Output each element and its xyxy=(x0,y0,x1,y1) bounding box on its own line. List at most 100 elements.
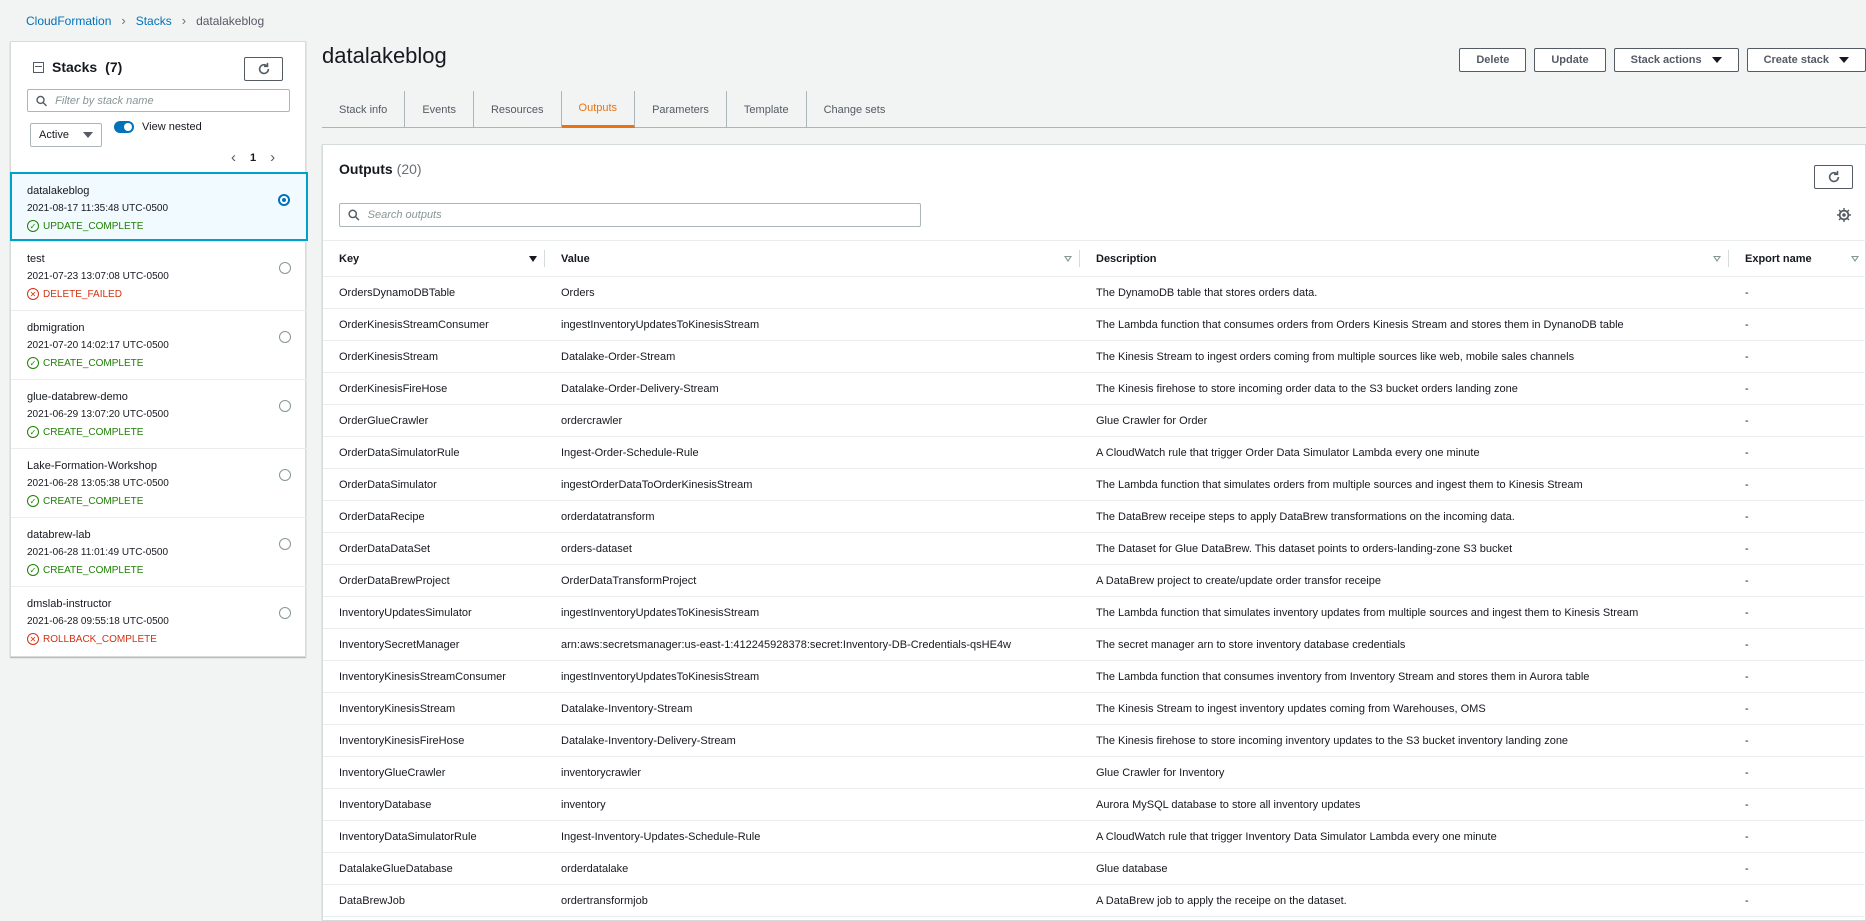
stack-list-item[interactable]: dbmigration 2021-07-20 14:02:17 UTC-0500 ✓… xyxy=(11,310,307,379)
table-row: InventoryKinesisStreamConsumer ingestInve… xyxy=(323,661,1866,693)
collapse-icon[interactable] xyxy=(33,61,44,73)
tab-events[interactable]: Events xyxy=(405,91,474,128)
outputs-table: Key Value Description Export name Orders… xyxy=(323,240,1866,917)
page-number[interactable]: 1 xyxy=(250,152,256,164)
x-circle-icon: ✕ xyxy=(27,288,39,300)
column-header-export-name[interactable]: Export name xyxy=(1729,240,1866,277)
stack-select-radio[interactable] xyxy=(279,331,291,343)
output-value: ingestInventoryUpdatesToKinesisStream xyxy=(561,318,760,331)
output-value: ordercrawler xyxy=(561,414,623,427)
output-value: Orders xyxy=(561,286,595,299)
output-export-name: - xyxy=(1745,766,1749,779)
sort-icon xyxy=(1713,255,1721,262)
create-stack-button[interactable]: Create stack xyxy=(1746,48,1866,72)
tab-outputs[interactable]: Outputs xyxy=(561,91,636,128)
stack-list-item[interactable]: databrew-lab 2021-06-28 11:01:49 UTC-0500… xyxy=(11,517,307,586)
update-button[interactable]: Update xyxy=(1534,48,1606,72)
stack-select-radio[interactable] xyxy=(279,400,291,412)
tab-stack-info[interactable]: Stack info xyxy=(322,91,406,128)
sidebar-title: Stacks xyxy=(52,59,98,75)
output-description: A CloudWatch rule that trigger Order Dat… xyxy=(1096,446,1480,459)
stack-list-item[interactable]: datalakeblog 2021-08-17 11:35:48 UTC-0500… xyxy=(10,172,308,241)
output-description: The Kinesis firehose to store incoming i… xyxy=(1096,734,1569,747)
breadcrumb-cloudformation[interactable]: CloudFormation xyxy=(26,14,111,28)
outputs-search-input[interactable] xyxy=(365,208,920,222)
outputs-header: Outputs (20) xyxy=(339,161,422,177)
column-label: Value xyxy=(561,252,590,265)
create-stack-label: Create stack xyxy=(1763,54,1829,66)
stack-select-radio[interactable] xyxy=(279,607,291,619)
tab-resources[interactable]: Resources xyxy=(474,91,562,128)
status-badge: ✓ CREATE_COMPLETE xyxy=(27,564,307,576)
output-key: InventoryDatabase xyxy=(339,798,432,811)
gear-icon[interactable] xyxy=(1837,208,1851,222)
output-value: Datalake-Inventory-Stream xyxy=(561,702,693,715)
tab-change-sets[interactable]: Change sets xyxy=(807,91,903,128)
tab-parameters[interactable]: Parameters xyxy=(635,91,727,128)
stack-name: dmslab-instructor xyxy=(27,598,112,610)
status-text: DELETE_FAILED xyxy=(43,288,122,300)
stack-list-item[interactable]: test 2021-07-23 13:07:08 UTC-0500 ✕ DELETE_… xyxy=(11,241,307,310)
chevron-right-icon[interactable]: › xyxy=(270,149,275,166)
stack-name: dbmigration xyxy=(27,322,85,334)
delete-button[interactable]: Delete xyxy=(1459,48,1527,72)
view-nested-toggle[interactable] xyxy=(114,121,134,133)
stack-filter-field xyxy=(27,89,290,112)
stack-actions-button[interactable]: Stack actions xyxy=(1613,48,1739,72)
column-header-value[interactable]: Value xyxy=(545,240,1080,277)
status-filter-select[interactable]: Active xyxy=(30,123,102,147)
column-header-key[interactable]: Key xyxy=(323,240,545,277)
stack-name: datalakeblog xyxy=(27,185,90,197)
output-description: The Lambda function that consumes invent… xyxy=(1096,670,1590,683)
output-key: InventoryKinesisStreamConsumer xyxy=(339,670,506,683)
stack-select-radio[interactable] xyxy=(279,538,291,550)
output-key: OrderKinesisFireHose xyxy=(339,382,448,395)
stack-list-item[interactable]: glue-databrew-demo 2021-06-29 13:07:20 UT… xyxy=(11,379,307,448)
status-badge: ✕ DELETE_FAILED xyxy=(27,288,307,300)
stack-list-item[interactable]: dmslab-instructor 2021-06-28 09:55:18 UTC… xyxy=(11,586,307,655)
caret-down-icon xyxy=(83,132,93,138)
outputs-refresh-button[interactable] xyxy=(1814,165,1853,189)
chevron-left-icon[interactable]: ‹ xyxy=(231,149,236,166)
stack-date: 2021-08-17 11:35:48 UTC-0500 xyxy=(27,203,169,214)
output-export-name: - xyxy=(1745,478,1749,491)
output-key: InventoryDataSimulatorRule xyxy=(339,830,477,843)
tab-template[interactable]: Template xyxy=(727,91,807,128)
x-circle-icon: ✕ xyxy=(27,633,39,645)
output-description: Glue Crawler for Inventory xyxy=(1096,766,1225,779)
output-description: The Kinesis firehose to store incoming o… xyxy=(1096,382,1518,395)
output-value: Datalake-Order-Stream xyxy=(561,350,676,363)
breadcrumb-stacks[interactable]: Stacks xyxy=(136,14,172,28)
output-description: A DataBrew job to apply the receipe on t… xyxy=(1096,894,1347,907)
column-label: Description xyxy=(1096,252,1157,265)
table-row: DataBrewJob ordertransformjob A DataBrew j… xyxy=(323,885,1866,917)
table-row: OrderKinesisStream Datalake-Order-Stream T… xyxy=(323,341,1866,373)
stack-select-radio[interactable] xyxy=(279,262,291,274)
stack-select-radio[interactable] xyxy=(278,194,290,206)
stack-select-radio[interactable] xyxy=(279,469,291,481)
sidebar-refresh-button[interactable] xyxy=(244,57,283,81)
column-header-description[interactable]: Description xyxy=(1080,240,1729,277)
table-body: OrdersDynamoDBTable Orders The DynamoDB ta… xyxy=(323,277,1866,917)
output-key: OrderDataSimulatorRule xyxy=(339,446,460,459)
stack-filter-input[interactable] xyxy=(53,93,289,108)
output-key: OrdersDynamoDBTable xyxy=(339,286,456,299)
check-circle-icon: ✓ xyxy=(27,564,39,576)
refresh-icon xyxy=(258,62,269,75)
output-export-name: - xyxy=(1745,574,1749,587)
stack-list-item[interactable]: Lake-Formation-Workshop 2021-06-28 13:05:… xyxy=(11,448,307,517)
output-description: The Lambda function that simulates order… xyxy=(1096,478,1583,491)
output-description: A CloudWatch rule that trigger Inventory… xyxy=(1096,830,1497,843)
output-key: OrderDataBrewProject xyxy=(339,574,450,587)
status-text: CREATE_COMPLETE xyxy=(43,495,144,507)
output-value: Datalake-Order-Delivery-Stream xyxy=(561,382,719,395)
output-description: The secret manager arn to store inventor… xyxy=(1096,638,1406,651)
output-export-name: - xyxy=(1745,894,1749,907)
output-key: OrderDataSimulator xyxy=(339,478,437,491)
status-badge: ✓ UPDATE_COMPLETE xyxy=(27,220,306,232)
stack-date: 2021-07-20 14:02:17 UTC-0500 xyxy=(27,340,169,351)
stack-name: test xyxy=(27,253,45,265)
status-badge: ✓ CREATE_COMPLETE xyxy=(27,357,307,369)
output-export-name: - xyxy=(1745,702,1749,715)
check-circle-icon: ✓ xyxy=(27,220,39,232)
